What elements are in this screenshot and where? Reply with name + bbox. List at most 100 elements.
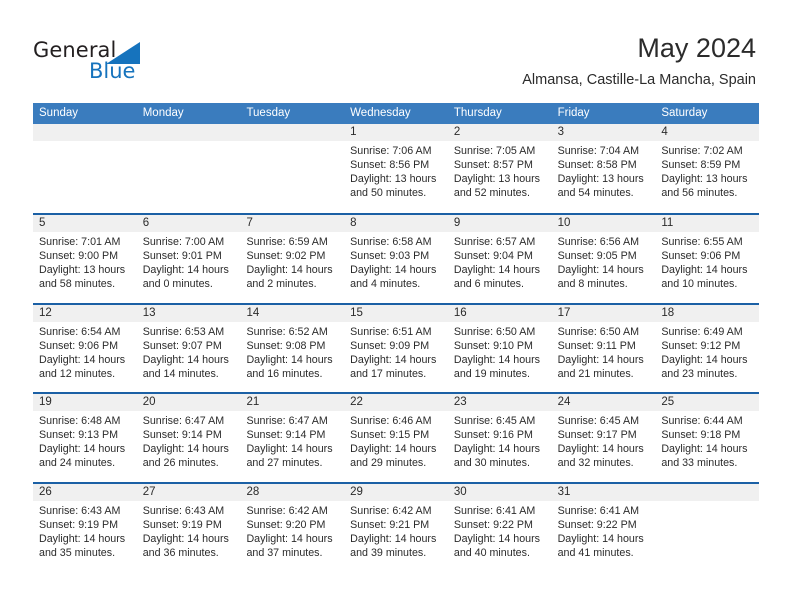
calendar-day-cell-16[interactable]: 16 Sunrise: 6:50 AM Sunset: 9:10 PM Dayligh…	[447, 304, 552, 393]
daylight-text-cont: and 54 minutes.	[557, 187, 634, 200]
sunrise-text: Sunrise: 6:41 AM	[453, 504, 536, 517]
daylight-text: Daylight: 14 hours	[142, 264, 229, 277]
day-detail-lines: Sunrise: 6:41 AM Sunset: 9:22 PM Daylight:…	[448, 501, 552, 560]
day-number-band: 6	[136, 215, 241, 232]
page-title: May 2024	[637, 33, 756, 63]
calendar-day-cell-28[interactable]: 28 Sunrise: 6:42 AM Sunset: 9:20 PM Dayligh…	[240, 483, 345, 572]
sunrise-text: Sunrise: 6:45 AM	[453, 415, 536, 428]
day-number-band	[136, 124, 241, 141]
calendar-day-cell-20[interactable]: 20 Sunrise: 6:47 AM Sunset: 9:14 PM Dayligh…	[136, 394, 241, 482]
sunset-text: Sunset: 9:06 PM	[39, 339, 119, 352]
day-detail-lines: Sunrise: 6:53 AM Sunset: 9:07 PM Daylight:…	[137, 322, 241, 381]
sunset-text: Sunset: 9:14 PM	[142, 429, 222, 442]
day-number-band: 23	[447, 394, 552, 412]
calendar-day-cell-empty	[655, 483, 760, 572]
day-number: 13	[142, 306, 156, 319]
calendar-day-cell-21[interactable]: 21 Sunrise: 6:47 AM Sunset: 9:14 PM Dayligh…	[240, 394, 345, 482]
day-of-week-header-friday: Friday	[557, 107, 590, 119]
daylight-text: Daylight: 14 hours	[246, 443, 333, 456]
day-number-band: 1	[344, 124, 448, 141]
daylight-text-cont: and 24 minutes.	[39, 457, 116, 470]
day-number: 26	[39, 485, 52, 498]
daylight-text-cont: and 26 minutes.	[142, 457, 219, 470]
calendar-day-cell-22[interactable]: 22 Sunrise: 6:46 AM Sunset: 9:15 PM Dayligh…	[344, 394, 448, 482]
day-number: 14	[246, 306, 260, 319]
day-detail-lines: Sunrise: 7:05 AM Sunset: 8:57 PM Daylight:…	[448, 141, 552, 200]
sunrise-text: Sunrise: 6:51 AM	[350, 325, 432, 338]
calendar-day-cell-19[interactable]: 19 Sunrise: 6:48 AM Sunset: 9:13 PM Dayligh…	[33, 394, 137, 482]
day-number-band: 29	[344, 483, 448, 501]
calendar-day-cell-29[interactable]: 29 Sunrise: 6:42 AM Sunset: 9:21 PM Dayligh…	[344, 483, 448, 572]
daylight-text-cont: and 12 minutes.	[39, 367, 116, 380]
sunrise-text: Sunrise: 6:47 AM	[246, 415, 328, 428]
calendar-day-cell-7[interactable]: 7 Sunrise: 6:59 AM Sunset: 9:02 PM Daylight…	[240, 215, 345, 303]
daylight-text-cont: and 41 minutes.	[557, 547, 634, 560]
daylight-text-cont: and 16 minutes.	[246, 367, 323, 380]
general-blue-logo[interactable]: General Blue	[33, 38, 213, 86]
day-number: 8	[350, 217, 357, 229]
sunset-text: Sunset: 9:04 PM	[453, 250, 533, 263]
day-detail-lines: Sunrise: 6:44 AM Sunset: 9:18 PM Daylight:…	[655, 411, 759, 470]
day-number-band: 7	[240, 215, 345, 232]
daylight-text: Daylight: 14 hours	[39, 532, 126, 545]
calendar-day-cell-9[interactable]: 9 Sunrise: 6:57 AM Sunset: 9:04 PM Daylight…	[447, 215, 552, 303]
day-detail-lines: Sunrise: 6:54 AM Sunset: 9:06 PM Daylight:…	[33, 322, 137, 381]
sunset-text: Sunset: 9:01 PM	[142, 250, 222, 263]
day-detail-lines: Sunrise: 6:52 AM Sunset: 9:08 PM Daylight:…	[240, 322, 344, 381]
calendar-day-cell-2[interactable]: 2 Sunrise: 7:05 AM Sunset: 8:57 PM Daylight…	[447, 124, 552, 213]
daylight-text-cont: and 27 minutes.	[246, 457, 323, 470]
daylight-text-cont: and 0 minutes.	[142, 278, 213, 291]
day-number: 18	[661, 306, 675, 319]
calendar-day-cell-4[interactable]: 4 Sunrise: 7:02 AM Sunset: 8:59 PM Daylight…	[655, 124, 760, 213]
calendar-day-cell-24[interactable]: 24 Sunrise: 6:45 AM Sunset: 9:17 PM Dayligh…	[551, 394, 656, 482]
calendar-day-cell-8[interactable]: 8 Sunrise: 6:58 AM Sunset: 9:03 PM Daylight…	[344, 215, 448, 303]
daylight-text: Daylight: 14 hours	[453, 532, 541, 545]
day-of-week-header-thursday: Thursday	[453, 107, 502, 119]
calendar-day-cell-26[interactable]: 26 Sunrise: 6:43 AM Sunset: 9:19 PM Dayligh…	[33, 483, 137, 572]
day-number: 2	[453, 126, 461, 138]
calendar-day-cell-12[interactable]: 12 Sunrise: 6:54 AM Sunset: 9:06 PM Dayligh…	[33, 304, 137, 393]
sunset-text: Sunset: 9:20 PM	[246, 518, 326, 531]
calendar-day-cell-27[interactable]: 27 Sunrise: 6:43 AM Sunset: 9:19 PM Dayligh…	[136, 483, 241, 572]
sunrise-text: Sunrise: 7:05 AM	[453, 145, 536, 157]
sunrise-text: Sunrise: 6:59 AM	[246, 236, 328, 248]
day-number-band: 11	[655, 215, 760, 232]
sunset-text: Sunset: 9:08 PM	[246, 339, 326, 352]
calendar-day-cell-25[interactable]: 25 Sunrise: 6:44 AM Sunset: 9:18 PM Dayligh…	[655, 394, 760, 482]
page-header: General Blue May 2024 Almansa, Castille-…	[0, 0, 792, 100]
sunrise-text: Sunrise: 6:52 AM	[246, 325, 328, 338]
daylight-text: Daylight: 14 hours	[246, 532, 333, 545]
calendar-day-cell-15[interactable]: 15 Sunrise: 6:51 AM Sunset: 9:09 PM Dayligh…	[344, 304, 448, 393]
day-detail-lines: Sunrise: 6:45 AM Sunset: 9:16 PM Daylight:…	[448, 411, 552, 470]
sunrise-text: Sunrise: 6:55 AM	[661, 236, 743, 248]
calendar-day-cell-13[interactable]: 13 Sunrise: 6:53 AM Sunset: 9:07 PM Dayligh…	[136, 304, 241, 393]
daylight-text: Daylight: 14 hours	[350, 264, 437, 277]
calendar-day-cell-30[interactable]: 30 Sunrise: 6:41 AM Sunset: 9:22 PM Dayligh…	[447, 483, 552, 572]
day-detail-lines: Sunrise: 6:41 AM Sunset: 9:22 PM Daylight:…	[552, 501, 656, 560]
calendar-day-cell-11[interactable]: 11 Sunrise: 6:55 AM Sunset: 9:06 PM Dayligh…	[655, 215, 760, 303]
daylight-text-cont: and 36 minutes.	[142, 547, 219, 560]
calendar-day-cell-6[interactable]: 6 Sunrise: 7:00 AM Sunset: 9:01 PM Daylight…	[136, 215, 241, 303]
day-number: 7	[246, 217, 253, 229]
calendar-day-cell-31[interactable]: 31 Sunrise: 6:41 AM Sunset: 9:22 PM Dayligh…	[551, 483, 656, 572]
calendar-day-cell-10[interactable]: 10 Sunrise: 6:56 AM Sunset: 9:05 PM Dayligh…	[551, 215, 656, 303]
daylight-text-cont: and 39 minutes.	[350, 547, 427, 560]
calendar-day-cell-18[interactable]: 18 Sunrise: 6:49 AM Sunset: 9:12 PM Dayligh…	[655, 304, 760, 393]
day-number-band: 8	[344, 215, 448, 232]
calendar-day-cell-5[interactable]: 5 Sunrise: 7:01 AM Sunset: 9:00 PM Daylight…	[33, 215, 137, 303]
calendar-day-cell-17[interactable]: 17 Sunrise: 6:50 AM Sunset: 9:11 PM Dayligh…	[551, 304, 656, 393]
daylight-text-cont: and 17 minutes.	[350, 367, 427, 380]
calendar-day-cell-1[interactable]: 1 Sunrise: 7:06 AM Sunset: 8:56 PM Daylight…	[344, 124, 448, 213]
daylight-text: Daylight: 14 hours	[557, 353, 644, 366]
calendar-day-cell-14[interactable]: 14 Sunrise: 6:52 AM Sunset: 9:08 PM Dayligh…	[240, 304, 345, 393]
daylight-text-cont: and 19 minutes.	[453, 367, 530, 380]
day-number: 16	[453, 306, 467, 319]
day-number-band: 10	[551, 215, 656, 232]
daylight-text-cont: and 30 minutes.	[453, 457, 530, 470]
sunset-text: Sunset: 9:05 PM	[557, 250, 637, 263]
calendar-day-cell-3[interactable]: 3 Sunrise: 7:04 AM Sunset: 8:58 PM Daylight…	[551, 124, 656, 213]
calendar-day-cell-23[interactable]: 23 Sunrise: 6:45 AM Sunset: 9:16 PM Dayligh…	[447, 394, 552, 482]
daylight-text: Daylight: 14 hours	[350, 532, 437, 545]
day-number: 22	[350, 396, 363, 409]
day-number-band: 21	[240, 394, 345, 412]
